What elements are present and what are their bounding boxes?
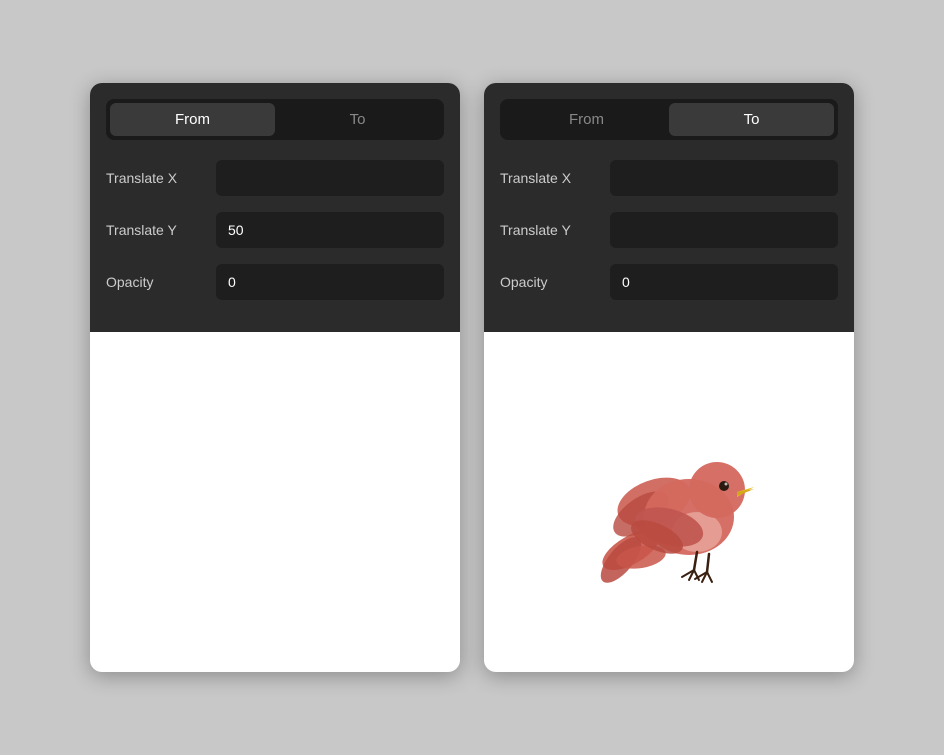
right-panel-controls: From To Translate X Translate Y Opacity	[484, 83, 854, 332]
right-translate-x-label: Translate X	[500, 170, 610, 186]
left-tab-to[interactable]: To	[275, 103, 440, 136]
right-panel: From To Translate X Translate Y Opacity	[484, 83, 854, 672]
right-translate-y-label: Translate Y	[500, 222, 610, 238]
bird-illustration	[569, 402, 769, 602]
right-translate-x-input[interactable]	[610, 160, 838, 196]
left-tab-bar: From To	[106, 99, 444, 140]
left-tab-from[interactable]: From	[110, 103, 275, 136]
right-tab-bar: From To	[500, 99, 838, 140]
right-tab-to[interactable]: To	[669, 103, 834, 136]
right-panel-preview	[484, 332, 854, 672]
right-translate-y-input[interactable]	[610, 212, 838, 248]
right-opacity-label: Opacity	[500, 274, 610, 290]
left-translate-x-label: Translate X	[106, 170, 216, 186]
left-opacity-input[interactable]	[216, 264, 444, 300]
left-translate-y-label: Translate Y	[106, 222, 216, 238]
left-translate-y-row: Translate Y	[106, 212, 444, 248]
right-translate-y-row: Translate Y	[500, 212, 838, 248]
right-translate-x-row: Translate X	[500, 160, 838, 196]
left-translate-x-input[interactable]	[216, 160, 444, 196]
panels-container: From To Translate X Translate Y Opacity	[50, 43, 894, 712]
right-opacity-row: Opacity	[500, 264, 838, 300]
left-panel: From To Translate X Translate Y Opacity	[90, 83, 460, 672]
left-panel-controls: From To Translate X Translate Y Opacity	[90, 83, 460, 332]
left-translate-x-row: Translate X	[106, 160, 444, 196]
right-opacity-input[interactable]	[610, 264, 838, 300]
left-opacity-row: Opacity	[106, 264, 444, 300]
right-tab-from[interactable]: From	[504, 103, 669, 136]
bird-svg	[569, 402, 769, 602]
left-opacity-label: Opacity	[106, 274, 216, 290]
left-panel-preview	[90, 332, 460, 672]
left-translate-y-input[interactable]	[216, 212, 444, 248]
